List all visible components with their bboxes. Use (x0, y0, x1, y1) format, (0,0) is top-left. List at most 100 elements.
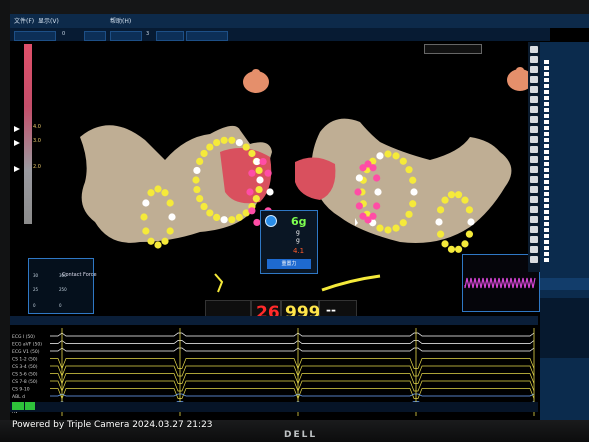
tool-icon[interactable] (530, 46, 538, 53)
menu-file[interactable]: 文件(F) (14, 16, 34, 25)
checkbox-icon[interactable] (544, 258, 549, 262)
list-item[interactable] (544, 78, 588, 83)
tool-icon[interactable] (530, 186, 538, 193)
checkbox-icon[interactable] (544, 252, 549, 256)
tool-icon[interactable] (530, 136, 538, 143)
list-item[interactable] (544, 102, 588, 107)
menu-help[interactable]: 帮助(H) (110, 16, 131, 25)
list-item[interactable] (544, 180, 588, 185)
status-indicator-green-2[interactable] (25, 402, 35, 410)
checkbox-icon[interactable] (544, 156, 549, 160)
list-item[interactable] (544, 234, 588, 239)
checkbox-icon[interactable] (544, 126, 549, 130)
list-item[interactable] (544, 210, 588, 215)
list-item[interactable] (544, 204, 588, 209)
list-item[interactable] (544, 192, 588, 197)
list-item[interactable] (544, 126, 588, 131)
list-item[interactable] (544, 150, 588, 155)
tool-icon[interactable] (530, 106, 538, 113)
list-item[interactable] (544, 108, 588, 113)
checkbox-icon[interactable] (544, 228, 549, 232)
checkbox-icon[interactable] (544, 210, 549, 214)
checkbox-icon[interactable] (544, 162, 549, 166)
list-item[interactable] (544, 60, 588, 65)
tool-icon[interactable] (530, 126, 538, 133)
checkbox-icon[interactable] (544, 168, 549, 172)
tool-icon[interactable] (530, 146, 538, 153)
tool-icon[interactable] (530, 196, 538, 203)
checkbox-icon[interactable] (544, 96, 549, 100)
reset-force-button[interactable]: 重置力 (267, 259, 311, 269)
list-item[interactable] (544, 120, 588, 125)
checkbox-icon[interactable] (544, 186, 549, 190)
list-item[interactable] (544, 240, 588, 245)
checkbox-icon[interactable] (544, 180, 549, 184)
toolbar-select-5[interactable] (186, 31, 228, 41)
side-panel-tabs[interactable] (540, 278, 589, 290)
list-item[interactable] (544, 186, 588, 191)
tool-icon[interactable] (530, 176, 538, 183)
tool-icon[interactable] (530, 116, 538, 123)
list-item[interactable] (544, 84, 588, 89)
list-item[interactable] (544, 156, 588, 161)
checkbox-icon[interactable] (544, 204, 549, 208)
list-item[interactable] (544, 252, 588, 257)
checkbox-icon[interactable] (544, 90, 549, 94)
tool-icon[interactable] (530, 256, 538, 263)
tool-icon[interactable] (530, 56, 538, 63)
scale-handle-middle[interactable] (14, 140, 20, 146)
list-item[interactable] (544, 72, 588, 77)
list-item[interactable] (544, 132, 588, 137)
checkbox-icon[interactable] (544, 138, 549, 142)
tool-icon[interactable] (530, 66, 538, 73)
map-view-dropdown[interactable] (424, 44, 482, 54)
checkbox-icon[interactable] (544, 198, 549, 202)
list-item[interactable] (544, 168, 588, 173)
list-item[interactable] (544, 90, 588, 95)
tool-icon[interactable] (530, 86, 538, 93)
checkbox-icon[interactable] (544, 174, 549, 178)
checkbox-icon[interactable] (544, 132, 549, 136)
tool-icon[interactable] (530, 76, 538, 83)
checkbox-icon[interactable] (544, 216, 549, 220)
list-item[interactable] (544, 216, 588, 221)
toolbar-select-1[interactable] (14, 31, 56, 41)
tool-icon[interactable] (530, 166, 538, 173)
checkbox-icon[interactable] (544, 102, 549, 106)
checkbox-icon[interactable] (544, 66, 549, 70)
toolbar-select-4[interactable] (156, 31, 184, 41)
checkbox-icon[interactable] (544, 60, 549, 64)
checkbox-icon[interactable] (544, 84, 549, 88)
menu-view[interactable]: 显示(V) (38, 16, 59, 25)
tool-icon[interactable] (530, 226, 538, 233)
checkbox-icon[interactable] (544, 192, 549, 196)
checkbox-icon[interactable] (544, 72, 549, 76)
tool-icon[interactable] (530, 246, 538, 253)
checkbox-icon[interactable] (544, 144, 549, 148)
checkbox-icon[interactable] (544, 234, 549, 238)
list-item[interactable] (544, 114, 588, 119)
checkbox-icon[interactable] (544, 240, 549, 244)
list-item[interactable] (544, 198, 588, 203)
list-item[interactable] (544, 174, 588, 179)
list-item[interactable] (544, 246, 588, 251)
list-item[interactable] (544, 138, 588, 143)
status-indicator-green[interactable] (12, 402, 24, 410)
list-item[interactable] (544, 66, 588, 71)
tool-icon[interactable] (530, 156, 538, 163)
checkbox-icon[interactable] (544, 120, 549, 124)
toolbar-select-2[interactable] (84, 31, 106, 41)
scale-handle-lower[interactable] (14, 166, 20, 172)
color-scale-slider[interactable]: 4.0 3.0 2.0 (14, 44, 42, 234)
checkbox-icon[interactable] (544, 78, 549, 82)
tool-icon[interactable] (530, 96, 538, 103)
checkbox-icon[interactable] (544, 246, 549, 250)
list-item[interactable] (544, 222, 588, 227)
list-item[interactable] (544, 228, 588, 233)
list-item[interactable] (544, 96, 588, 101)
list-item[interactable] (544, 144, 588, 149)
list-item[interactable] (544, 162, 588, 167)
checkbox-icon[interactable] (544, 150, 549, 154)
scale-handle-upper[interactable] (14, 126, 20, 132)
checkbox-icon[interactable] (544, 114, 549, 118)
